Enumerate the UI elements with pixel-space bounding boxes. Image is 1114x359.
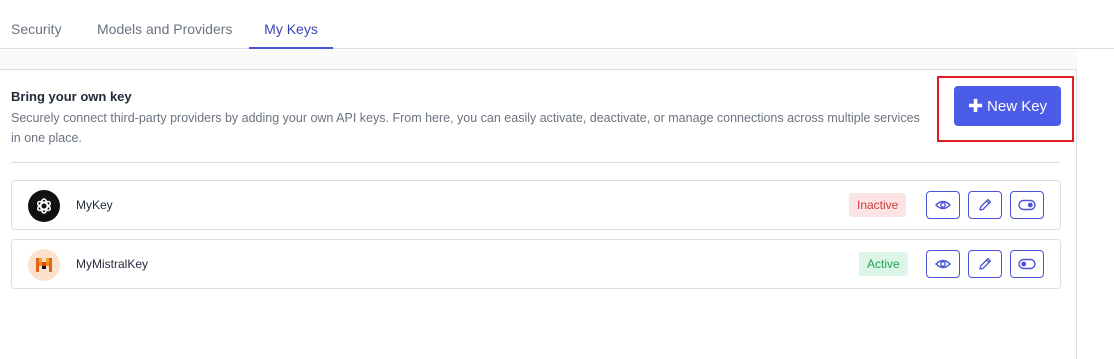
key-name: MyKey <box>76 198 113 212</box>
settings-tabs: Security Models and Providers My Keys <box>0 0 1114 49</box>
key-row: MyMistralKey Active <box>11 239 1061 289</box>
toggle-icon <box>1018 258 1036 270</box>
pencil-icon <box>979 198 992 211</box>
plus-icon: ✚ <box>967 96 984 116</box>
edit-key-button[interactable] <box>968 191 1002 219</box>
tab-security[interactable]: Security <box>11 0 62 49</box>
toggle-key-button[interactable] <box>1010 191 1044 219</box>
view-key-button[interactable] <box>926 250 960 278</box>
status-badge: Inactive <box>849 193 907 217</box>
edit-key-button[interactable] <box>968 250 1002 278</box>
pencil-icon <box>979 257 992 270</box>
tab-my-keys[interactable]: My Keys <box>249 0 333 49</box>
new-key-button[interactable]: ✚ New Key <box>954 86 1061 126</box>
view-key-button[interactable] <box>926 191 960 219</box>
new-key-label: New Key <box>987 97 1048 115</box>
section-title: Bring your own key <box>11 89 132 104</box>
toggle-key-button[interactable] <box>1010 250 1044 278</box>
key-name: MyMistralKey <box>76 257 149 271</box>
section-divider <box>11 162 1060 163</box>
status-badge: Active <box>859 252 908 276</box>
toggle-icon <box>1018 199 1036 211</box>
openai-logo-icon <box>28 190 60 222</box>
tab-models-and-providers[interactable]: Models and Providers <box>97 0 232 49</box>
mistral-logo-icon <box>28 249 60 281</box>
eye-icon <box>935 259 951 269</box>
eye-icon <box>935 200 951 210</box>
key-row: MyKey Inactive <box>11 180 1061 230</box>
section-description: Securely connect third-party providers b… <box>11 111 920 145</box>
